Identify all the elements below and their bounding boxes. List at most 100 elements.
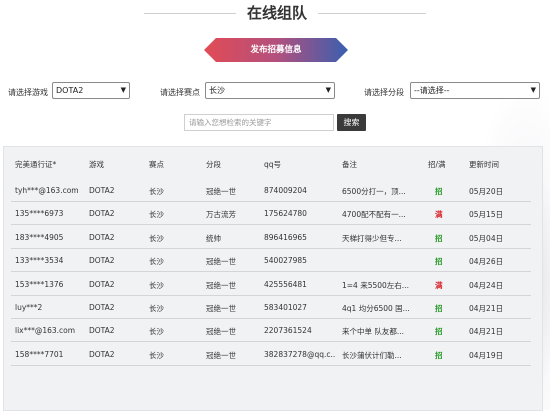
game-select-value: DOTA2 — [56, 86, 84, 95]
rank-cell: 万古流芳 — [206, 210, 236, 220]
column-header-note: 备注 — [342, 160, 357, 169]
table-row[interactable]: luy***2 DOTA2 长沙 冠绝一世 583401027 4q1 均分6500 国.… — [11, 296, 531, 319]
title-area: 在线组队 — [0, 2, 550, 26]
dropdown-arrow-icon: ▼ — [530, 86, 536, 94]
note-cell: 6500分打一，顶... — [342, 187, 406, 196]
table-row[interactable]: 135****6973 DOTA2 长沙 万古流芳 175624780 4700配不配有一… — [11, 202, 531, 226]
qq-cell: 382837278@qq.c... — [264, 349, 336, 359]
region-select-value: 长沙 — [209, 86, 225, 95]
account-cell: lix***@163.com — [15, 326, 76, 336]
publish-recruit-button[interactable]: 发布招募信息 — [204, 38, 348, 62]
game-select[interactable]: DOTA2 ▼ — [52, 82, 130, 99]
search-button[interactable]: 搜索 — [337, 114, 366, 131]
column-header-game: 游戏 — [89, 160, 104, 169]
status-cell: 招 — [435, 304, 443, 313]
dropdown-arrow-icon: ▼ — [325, 86, 331, 94]
column-header-updated: 更新时间 — [469, 160, 499, 169]
game-cell: DOTA2 — [89, 209, 115, 219]
date-cell: 04月21日 — [469, 327, 504, 337]
region-cell: 长沙 — [149, 280, 164, 290]
table-row[interactable]: 183****4905 DOTA2 长沙 统帅 896416965 天梯打得少但专... 招… — [11, 226, 531, 249]
account-cell: luy***2 — [15, 303, 43, 312]
account-cell: 183****4905 — [15, 232, 64, 242]
game-cell: DOTA2 — [89, 256, 115, 266]
game-cell: DOTA2 — [89, 279, 115, 289]
table-row[interactable]: 158****7701 DOTA2 长沙 冠绝一世 382837278@qq.c... 长… — [11, 343, 531, 366]
note-cell: 来个中单 队友都... — [342, 327, 405, 337]
region-cell: 长沙 — [149, 304, 164, 313]
table-row[interactable]: lix***@163.com DOTA2 长沙 冠绝一世 2207361524 来个中单 … — [11, 319, 531, 343]
region-cell: 长沙 — [149, 233, 164, 243]
game-cell: DOTA2 — [89, 232, 115, 242]
status-cell: 招 — [435, 257, 443, 267]
account-cell: 135****6973 — [15, 209, 64, 219]
table-row[interactable]: 153****1376 DOTA2 长沙 冠绝一世 425556481 1=4 来5500… — [11, 273, 531, 296]
qq-cell: 540027985 — [264, 256, 307, 266]
date-cell: 04月19日 — [469, 350, 504, 360]
region-cell: 长沙 — [149, 187, 164, 196]
rank-cell: 冠绝一世 — [206, 257, 236, 267]
page-title: 在线组队 — [246, 4, 307, 22]
date-cell: 05月15日 — [469, 210, 504, 220]
account-cell: tyh***@163.com — [15, 186, 79, 195]
status-cell: 招 — [435, 233, 443, 243]
rank-cell: 统帅 — [206, 233, 221, 243]
dropdown-arrow-icon: ▼ — [120, 86, 126, 94]
date-cell: 05月04日 — [469, 233, 504, 243]
note-cell: 1=4 来5500左右... — [342, 280, 409, 290]
rank-cell: 冠绝一世 — [206, 350, 236, 360]
date-cell: 04月24日 — [469, 280, 504, 290]
account-cell: 133****3534 — [15, 256, 64, 266]
date-cell: 04月26日 — [469, 257, 504, 267]
search-input[interactable] — [184, 114, 334, 131]
account-cell: 158****7701 — [15, 349, 64, 359]
column-header-rank: 分段 — [206, 160, 221, 169]
region-select[interactable]: 长沙 ▼ — [205, 82, 335, 99]
rank-cell: 冠绝一世 — [206, 304, 236, 313]
game-cell: DOTA2 — [89, 186, 115, 195]
qq-cell: 2207361524 — [264, 326, 312, 336]
page: 在线组队 发布招募信息 请选择游戏 DOTA2 ▼ 请选择赛点 长沙 ▼ 请选择… — [0, 0, 550, 415]
rank-cell: 冠绝一世 — [206, 187, 236, 196]
column-header-qq: qq号 — [264, 160, 282, 169]
rank-cell: 冠绝一世 — [206, 327, 236, 337]
status-cell: 满 — [435, 210, 443, 220]
title-divider-left — [144, 13, 236, 14]
date-cell: 04月21日 — [469, 304, 504, 313]
date-cell: 05月20日 — [469, 187, 504, 196]
column-header-status: 招/满 — [428, 160, 446, 169]
status-cell: 招 — [435, 350, 443, 360]
table-row[interactable]: 133****3534 DOTA2 长沙 冠绝一世 540027985 招 04月26日 — [11, 249, 531, 273]
qq-cell: 896416965 — [264, 232, 307, 242]
region-filter-label: 请选择赛点 — [160, 88, 200, 97]
table-row[interactable]: tyh***@163.com DOTA2 长沙 冠绝一世 874009204 6500分打… — [11, 179, 531, 202]
account-cell: 153****1376 — [15, 279, 64, 289]
note-cell: 4q1 均分6500 国... — [342, 304, 410, 313]
region-cell: 长沙 — [149, 350, 164, 360]
qq-cell: 583401027 — [264, 303, 307, 312]
status-cell: 招 — [435, 327, 443, 337]
qq-cell: 874009204 — [264, 186, 307, 195]
region-cell: 长沙 — [149, 257, 164, 267]
rank-filter-label: 请选择分段 — [364, 88, 404, 97]
rank-select-value: --请选择-- — [414, 86, 450, 95]
note-cell: 4700配不配有一... — [342, 210, 406, 220]
status-cell: 招 — [435, 187, 443, 196]
note-cell: 长沙蒲伏计们勒... — [342, 350, 402, 360]
recruit-table: 完美通行证* 游戏 赛点 分段 qq号 备注 招/满 更新时间 tyh***@1… — [3, 146, 543, 411]
column-header-account: 完美通行证* — [15, 160, 57, 169]
rank-select[interactable]: --请选择-- ▼ — [410, 82, 540, 99]
region-cell: 长沙 — [149, 327, 164, 337]
status-cell: 满 — [435, 280, 443, 290]
rank-cell: 冠绝一世 — [206, 280, 236, 290]
qq-cell: 175624780 — [264, 209, 307, 219]
game-cell: DOTA2 — [89, 303, 115, 312]
title-divider-right — [318, 13, 426, 14]
game-cell: DOTA2 — [89, 326, 115, 336]
note-cell: 天梯打得少但专... — [342, 233, 402, 243]
column-header-region: 赛点 — [149, 160, 164, 169]
game-filter-label: 请选择游戏 — [8, 88, 48, 97]
region-cell: 长沙 — [149, 210, 164, 220]
game-cell: DOTA2 — [89, 349, 115, 359]
qq-cell: 425556481 — [264, 279, 307, 289]
